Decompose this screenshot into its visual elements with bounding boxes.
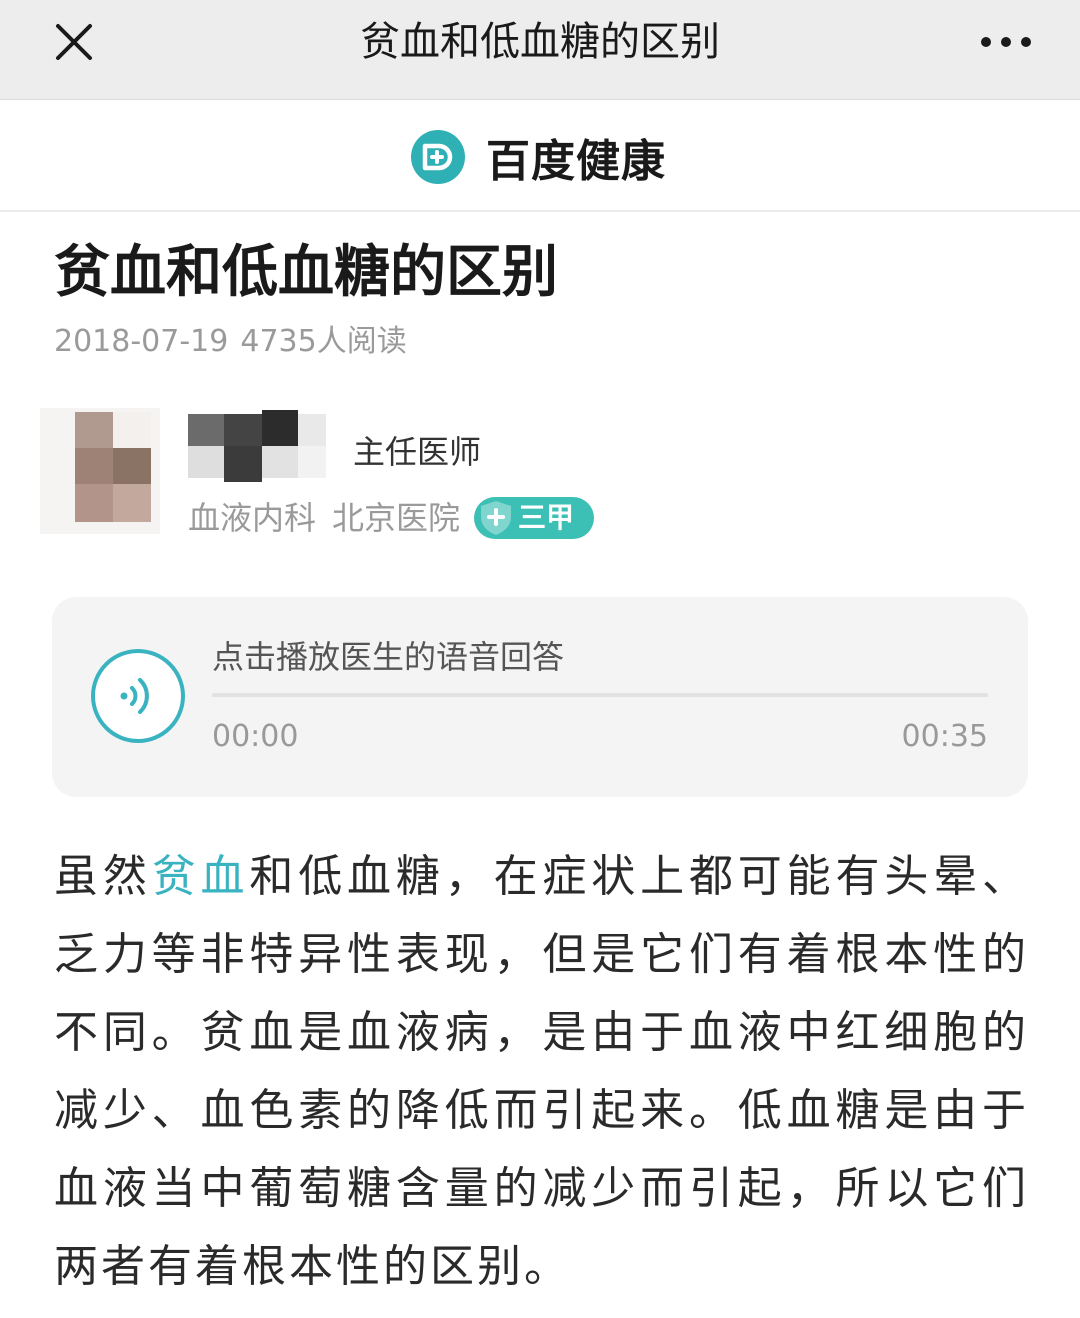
brand-name: 百度健康 (486, 136, 666, 187)
shield-plus-icon (481, 501, 512, 535)
article-body: 虽然贫血和低血糖，在症状上都可能有头晕、乏力等非特异性表现，但是它们有着根本性的… (54, 838, 1029, 1306)
nav-title: 贫血和低血糖的区别 (360, 19, 720, 65)
body-text: 和低血糖，在症状上都可能有头晕、乏力等非特异性表现，但是它们有着根本性的不同。贫… (54, 851, 1030, 1292)
audio-prompt: 点击播放医生的语音回答 (212, 638, 565, 676)
hospital-grade-badge: 三甲 (474, 497, 595, 539)
nav-bar: 贫血和低血糖的区别 (0, 0, 1080, 100)
body-lead: 虽然 (54, 851, 152, 902)
audio-player: 点击播放医生的语音回答 00:00 00:35 (52, 597, 1028, 797)
brand-link[interactable]: 百度健康 (410, 127, 666, 187)
keyword-link-anemia[interactable]: 贫血 (152, 851, 250, 902)
more-dots-icon (981, 37, 1031, 47)
doctor-hospital: 北京医院 (332, 499, 461, 537)
read-count: 4735人阅读 (240, 324, 407, 359)
audio-progress-track[interactable] (212, 693, 988, 697)
article-meta: 2018-07-19 4735人阅读 (54, 322, 407, 362)
doctor-avatar[interactable] (40, 408, 160, 534)
audio-play-button[interactable] (90, 648, 186, 744)
doctor-affiliation: 血液内科 北京医院 三甲 (188, 496, 595, 540)
doctor-department: 血液内科 (188, 499, 317, 537)
brand-header: 百度健康 (0, 100, 1080, 212)
article-title: 贫血和低血糖的区别 (54, 240, 558, 305)
avatar-mosaic (40, 408, 160, 534)
sound-wave-icon (91, 649, 185, 743)
more-button[interactable] (978, 22, 1034, 62)
publish-date: 2018-07-19 (54, 324, 229, 359)
baidu-health-logo (411, 130, 465, 184)
doctor-title: 主任医师 (353, 433, 482, 471)
audio-total-time: 00:35 (901, 719, 988, 754)
hospital-grade-label: 三甲 (518, 501, 575, 534)
audio-current-time: 00:00 (212, 719, 299, 754)
doctor-name-mosaic (188, 410, 336, 484)
